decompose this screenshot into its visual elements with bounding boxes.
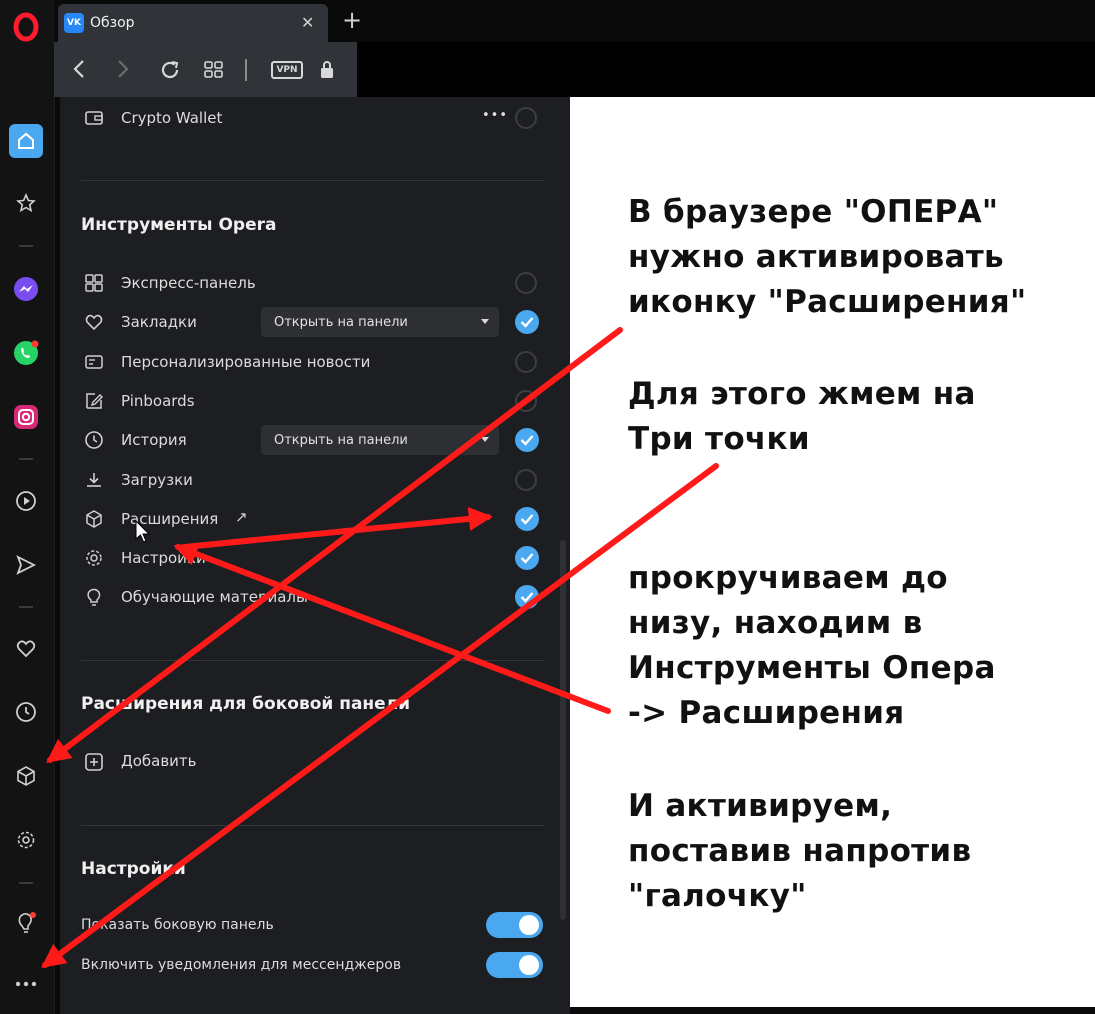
section-divider — [81, 180, 544, 181]
wallet-icon — [84, 108, 104, 128]
sidebar-separator — [19, 245, 33, 247]
add-icon[interactable] — [84, 752, 104, 772]
gear-icon — [84, 548, 104, 568]
sidebar-extensions-title: Расширения для боковой панели — [81, 694, 411, 714]
dropdown-caret-icon — [481, 437, 489, 442]
crypto-wallet-checkbox[interactable] — [515, 107, 537, 129]
external-link-icon[interactable]: ↗ — [235, 508, 248, 526]
history-clock-icon[interactable] — [9, 695, 43, 729]
messenger-icon[interactable] — [9, 272, 43, 306]
tool-label: Настройки — [121, 549, 206, 567]
settings-gear-icon[interactable] — [9, 823, 43, 857]
lock-icon[interactable] — [319, 59, 335, 85]
panel-scrollbar[interactable] — [560, 540, 566, 920]
messenger-notifications-toggle[interactable] — [486, 952, 543, 978]
section-divider — [81, 660, 544, 661]
checkmark-icon[interactable] — [515, 585, 539, 609]
vpn-badge[interactable]: VPN — [271, 61, 303, 79]
unchecked-circle[interactable] — [515, 272, 537, 294]
sidebar-separator — [19, 458, 33, 460]
checkmark-icon[interactable] — [515, 428, 539, 452]
toolbar: VPN — [54, 42, 357, 97]
new-tab-button[interactable]: + — [342, 6, 362, 34]
heart-icon — [84, 312, 104, 332]
extensions-cube-icon[interactable] — [9, 759, 43, 793]
tab-title: Обзор — [90, 15, 135, 31]
tool-label: Персонализированные новости — [121, 353, 371, 371]
reload-icon[interactable] — [159, 59, 181, 85]
heart-icon[interactable] — [9, 632, 43, 666]
forward-icon[interactable] — [116, 58, 130, 84]
add-extension-button[interactable]: Добавить — [121, 752, 197, 770]
address-bar-area — [357, 42, 1095, 97]
unchecked-circle[interactable] — [515, 469, 537, 491]
tool-label: Обучающие материалы — [121, 588, 308, 606]
show-sidebar-label: Показать боковую панель — [81, 917, 274, 933]
section-divider — [81, 825, 544, 826]
vk-favicon-icon: VK — [64, 13, 84, 33]
speed-dial-grid-icon[interactable] — [204, 61, 224, 83]
grid-icon — [84, 273, 104, 293]
tool-label: Pinboards — [121, 392, 195, 410]
annotation-text-3: прокручиваем до низу, находим в Инструме… — [628, 560, 996, 731]
instagram-icon[interactable] — [9, 400, 43, 434]
show-sidebar-toggle[interactable] — [486, 912, 543, 938]
browser-sidebar — [0, 0, 55, 1014]
tool-label: Загрузки — [121, 471, 193, 489]
tool-label: История — [121, 431, 187, 449]
select-value: Открыть на панели — [274, 314, 408, 330]
home-icon[interactable] — [9, 124, 43, 158]
sidebar-separator — [19, 606, 33, 608]
checkmark-icon[interactable] — [515, 507, 539, 531]
settings-title: Настройки — [81, 859, 186, 879]
messenger-notifications-label: Включить уведомления для мессенджеров — [81, 957, 402, 973]
sidebar-separator — [19, 882, 33, 884]
tab-close-icon[interactable]: ✕ — [301, 13, 314, 32]
whatsapp-icon[interactable] — [9, 336, 43, 370]
annotation-text-2: Для этого жмем на Три точки — [628, 376, 976, 457]
select-value: Открыть на панели — [274, 432, 408, 448]
annotation-text-4: И активируем, поставив напротив "галочку… — [628, 788, 972, 914]
toolbar-divider — [245, 59, 247, 81]
more-options-dots-icon[interactable]: ••• — [482, 108, 508, 123]
open-in-panel-select[interactable]: Открыть на панели — [261, 425, 499, 455]
opera-logo-icon[interactable] — [9, 10, 43, 44]
crypto-wallet-label: Crypto Wallet — [121, 109, 223, 127]
player-icon[interactable] — [9, 484, 43, 518]
checkmark-icon[interactable] — [515, 310, 539, 334]
download-icon — [84, 470, 104, 490]
cube-icon — [84, 509, 104, 529]
back-icon[interactable] — [72, 58, 86, 84]
annotation-text-1: В браузере "ОПЕРА" нужно активировать ик… — [628, 194, 1027, 320]
unchecked-circle[interactable] — [515, 390, 537, 412]
tool-label: Закладки — [121, 313, 197, 331]
checkmark-icon[interactable] — [515, 546, 539, 570]
tool-label: Экспресс-панель — [121, 274, 256, 292]
clock-icon — [84, 430, 104, 450]
send-icon[interactable] — [9, 548, 43, 582]
opera-tools-title: Инструменты Opera — [81, 215, 277, 235]
pinboard-icon — [84, 391, 104, 411]
news-icon — [84, 352, 104, 372]
star-icon[interactable] — [9, 186, 43, 220]
more-dots-icon[interactable] — [9, 967, 43, 1001]
tips-bulb-icon[interactable] — [9, 906, 43, 940]
tab-overview[interactable]: VK Обзор ✕ — [58, 4, 328, 42]
open-in-panel-select[interactable]: Открыть на панели — [261, 307, 499, 337]
mouse-cursor-icon — [135, 519, 151, 548]
unchecked-circle[interactable] — [515, 351, 537, 373]
dropdown-caret-icon — [481, 319, 489, 324]
bulb-icon — [84, 587, 104, 607]
